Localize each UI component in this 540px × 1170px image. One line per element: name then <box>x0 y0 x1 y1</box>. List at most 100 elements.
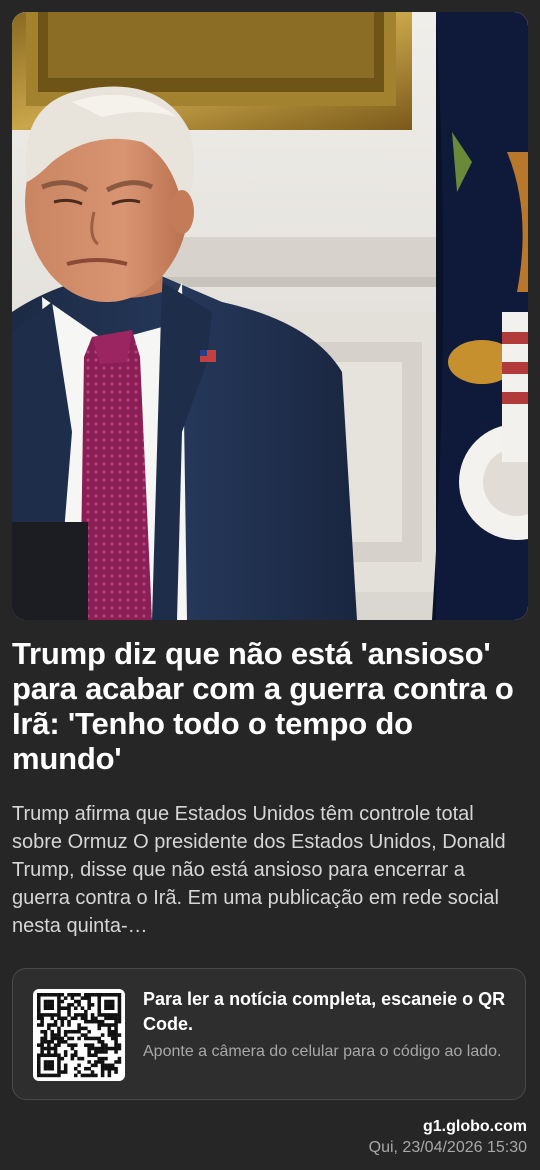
qr-module <box>100 1070 105 1074</box>
qr-module <box>77 1036 81 1041</box>
qr-module <box>100 1073 105 1078</box>
qr-module <box>100 1033 105 1037</box>
qr-module <box>53 1046 58 1051</box>
qr-module <box>104 1013 108 1017</box>
qr-module <box>40 1019 44 1024</box>
qr-module <box>110 993 115 997</box>
qr-module <box>110 1033 115 1037</box>
qr-module <box>97 1009 102 1014</box>
qr-module <box>114 1023 118 1027</box>
qr-module <box>47 1066 51 1071</box>
qr-module <box>77 1056 81 1061</box>
qr-module <box>90 1070 95 1074</box>
qr-module <box>47 1023 51 1027</box>
qr-module <box>67 1019 71 1024</box>
qr-module <box>70 1016 75 1021</box>
qr-module <box>100 1046 105 1051</box>
qr-module <box>70 996 75 1000</box>
qr-module <box>84 1019 88 1024</box>
qr-module <box>117 1019 122 1024</box>
qr-module <box>97 1013 102 1017</box>
qr-module <box>84 1073 88 1078</box>
qr-module <box>107 1033 112 1037</box>
qr-module <box>77 1026 81 1031</box>
article-headline[interactable]: Trump diz que não está 'ansioso' para ac… <box>12 636 528 776</box>
source-domain: g1.globo.com <box>423 1118 527 1135</box>
qr-module <box>100 1056 105 1061</box>
qr-module <box>37 1043 41 1047</box>
qr-module <box>40 993 44 997</box>
qr-module <box>70 1043 75 1047</box>
qr-module <box>63 1006 68 1010</box>
qr-module <box>50 1073 54 1078</box>
qr-module <box>37 1023 41 1027</box>
qr-module <box>47 1063 51 1068</box>
qr-module <box>80 1056 85 1061</box>
qr-module <box>70 1029 75 1034</box>
qr-module <box>47 1053 51 1058</box>
qr-module <box>94 1016 98 1021</box>
qr-module <box>107 1026 112 1031</box>
qr-module <box>110 1029 115 1034</box>
qr-module <box>47 1073 51 1078</box>
qr-module <box>97 1026 102 1031</box>
qr-module <box>63 1033 68 1037</box>
qr-module <box>63 1016 68 1021</box>
qr-module <box>97 1036 102 1041</box>
qr-module <box>73 1066 78 1071</box>
qr-module <box>107 1016 112 1021</box>
qr-module <box>37 1063 41 1068</box>
qr-module <box>107 1063 112 1068</box>
qr-module <box>117 1046 122 1051</box>
qr-module <box>84 1026 88 1031</box>
qr-module <box>97 1040 102 1044</box>
qr-module <box>57 1053 61 1058</box>
qr-module <box>50 1029 54 1034</box>
qr-module <box>87 999 91 1004</box>
qr-module <box>70 1056 75 1061</box>
qr-module <box>110 1046 115 1051</box>
qr-module <box>43 993 48 997</box>
qr-module <box>110 1006 115 1010</box>
qr-module <box>114 1043 118 1047</box>
qr-module <box>114 1046 118 1051</box>
qr-module <box>67 1029 71 1034</box>
qr-module <box>87 1006 91 1010</box>
qr-module <box>57 1033 61 1037</box>
qr-module <box>87 1043 91 1047</box>
qr-module <box>57 996 61 1000</box>
qr-module <box>67 1023 71 1027</box>
qr-module <box>73 993 78 997</box>
qr-code-card[interactable]: Para ler a notícia completa, escaneie o … <box>12 968 526 1100</box>
qr-module <box>114 993 118 997</box>
qr-module <box>117 996 122 1000</box>
qr-module <box>104 1046 108 1051</box>
qr-module <box>43 1033 48 1037</box>
qr-module <box>47 993 51 997</box>
qr-module <box>67 1043 71 1047</box>
qr-module <box>107 1073 112 1078</box>
qr-module <box>114 1066 118 1071</box>
qr-module <box>47 1003 51 1007</box>
qr-module <box>110 1016 115 1021</box>
qr-module <box>40 1016 44 1021</box>
qr-module <box>43 1046 48 1051</box>
qr-module <box>107 1013 112 1017</box>
qr-module <box>104 1016 108 1021</box>
qr-module <box>57 1026 61 1031</box>
qr-module <box>104 1050 108 1054</box>
qr-module <box>43 1029 48 1034</box>
qr-module <box>110 999 115 1004</box>
qr-module <box>104 999 108 1004</box>
news-widget: Trump diz que não está 'ansioso' para ac… <box>0 0 540 1170</box>
qr-module <box>53 1013 58 1017</box>
qr-module <box>57 1013 61 1017</box>
qr-module <box>87 1046 91 1051</box>
qr-module <box>43 1040 48 1044</box>
qr-module <box>110 1023 115 1027</box>
qr-module <box>100 1060 105 1064</box>
qr-module <box>97 1056 102 1061</box>
qr-module <box>87 1066 91 1071</box>
qr-module <box>110 1066 115 1071</box>
article-photo[interactable] <box>12 12 528 620</box>
